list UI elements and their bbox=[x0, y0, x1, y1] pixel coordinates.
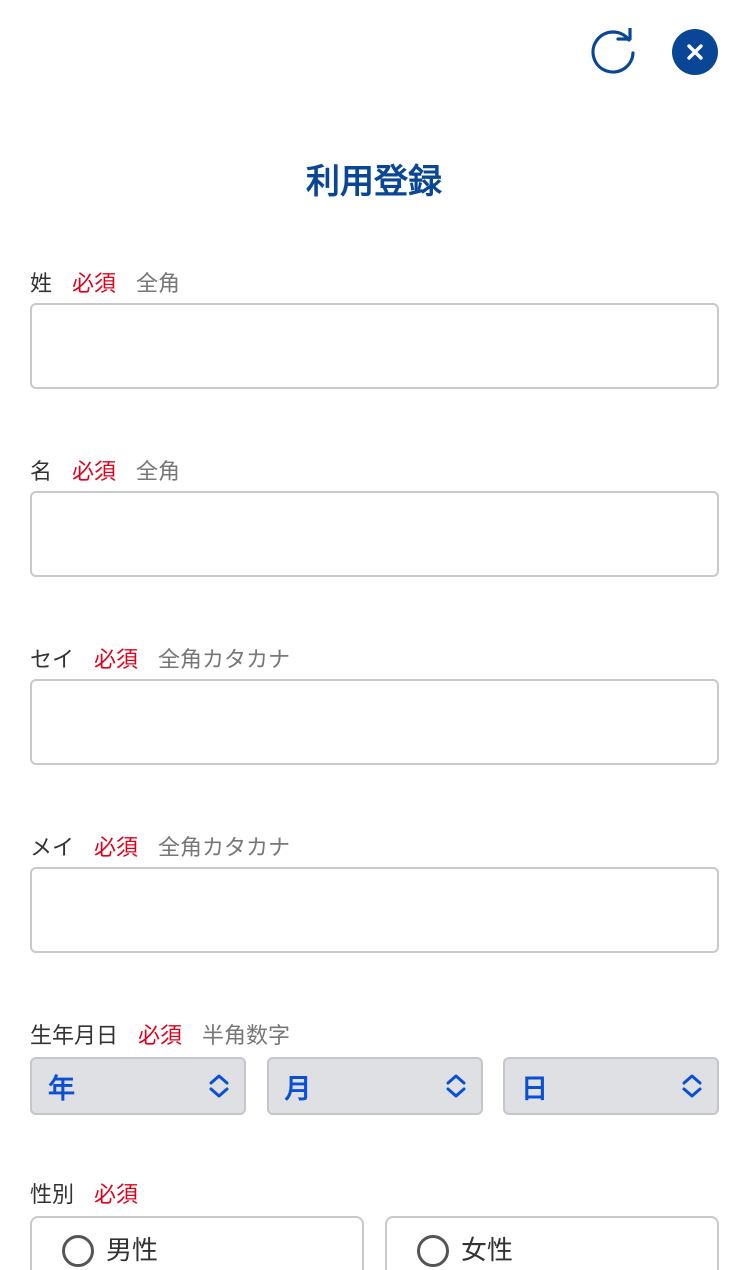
gender-label-row: 性別 必須 bbox=[30, 1180, 719, 1212]
radio-label: 女性 bbox=[461, 1236, 514, 1266]
input-hint: 全角 bbox=[136, 272, 181, 297]
input-hint: 半角数字 bbox=[202, 1024, 291, 1049]
select-value: 月 bbox=[284, 1073, 312, 1105]
birthday-selects: 年 月 日 bbox=[30, 1057, 719, 1115]
required-badge: 必須 bbox=[94, 836, 139, 861]
input-hint: 全角カタカナ bbox=[158, 836, 291, 861]
page-title: 利用登録 bbox=[306, 162, 442, 202]
last-name-kana-input[interactable] bbox=[30, 679, 719, 765]
field-label: 名 bbox=[30, 460, 53, 485]
required-badge: 必須 bbox=[72, 460, 117, 485]
gender-option-female[interactable]: 女性 bbox=[385, 1216, 719, 1270]
chevron-updown-icon bbox=[682, 1074, 702, 1098]
first-name-kana-field: メイ 必須 全角カタカナ bbox=[30, 833, 719, 953]
year-select[interactable]: 年 bbox=[30, 1057, 246, 1115]
day-select[interactable]: 日 bbox=[503, 1057, 719, 1115]
first-name-kana-input[interactable] bbox=[30, 867, 719, 953]
required-badge: 必須 bbox=[138, 1024, 183, 1049]
field-label: 性別 bbox=[30, 1183, 75, 1208]
gender-option-male[interactable]: 男性 bbox=[30, 1216, 364, 1270]
close-button[interactable] bbox=[672, 29, 718, 75]
first-name-field: 名 必須 全角 bbox=[30, 457, 719, 577]
required-badge: 必須 bbox=[94, 648, 139, 673]
birthday-field: 生年月日 必須 半角数字 年 月 日 bbox=[30, 1021, 719, 1115]
last-name-kana-label-row: セイ 必須 全角カタカナ bbox=[30, 645, 719, 677]
reload-button[interactable] bbox=[588, 26, 638, 78]
required-badge: 必須 bbox=[72, 272, 117, 297]
first-name-input[interactable] bbox=[30, 491, 719, 577]
month-select[interactable]: 月 bbox=[266, 1057, 483, 1115]
birthday-label-row: 生年月日 必須 半角数字 bbox=[30, 1021, 719, 1053]
select-value: 年 bbox=[48, 1073, 75, 1105]
top-bar bbox=[0, 0, 748, 110]
reload-icon bbox=[591, 26, 635, 74]
input-hint: 全角 bbox=[136, 460, 181, 485]
chevron-updown-icon bbox=[446, 1074, 465, 1098]
input-hint: 全角カタカナ bbox=[158, 648, 291, 673]
last-name-field: 姓 必須 全角 bbox=[30, 269, 719, 389]
select-value: 日 bbox=[521, 1073, 548, 1105]
radio-label: 男性 bbox=[106, 1236, 159, 1266]
gender-field: 性別 必須 男性 女性 bbox=[30, 1180, 719, 1270]
last-name-input[interactable] bbox=[30, 303, 719, 389]
first-name-kana-label-row: メイ 必須 全角カタカナ bbox=[30, 833, 719, 865]
radio-button-icon[interactable] bbox=[417, 1235, 449, 1267]
last-name-label-row: 姓 必須 全角 bbox=[30, 269, 719, 301]
field-label: メイ bbox=[30, 836, 75, 861]
last-name-kana-field: セイ 必須 全角カタカナ bbox=[30, 645, 719, 765]
chevron-updown-icon bbox=[209, 1074, 229, 1098]
required-badge: 必須 bbox=[94, 1183, 139, 1208]
field-label: 姓 bbox=[30, 272, 53, 297]
radio-button-icon[interactable] bbox=[62, 1235, 94, 1267]
field-label: 生年月日 bbox=[30, 1024, 119, 1049]
field-label: セイ bbox=[30, 648, 75, 673]
first-name-label-row: 名 必須 全角 bbox=[30, 457, 719, 489]
close-icon bbox=[687, 44, 703, 60]
gender-options: 男性 女性 bbox=[30, 1216, 719, 1270]
